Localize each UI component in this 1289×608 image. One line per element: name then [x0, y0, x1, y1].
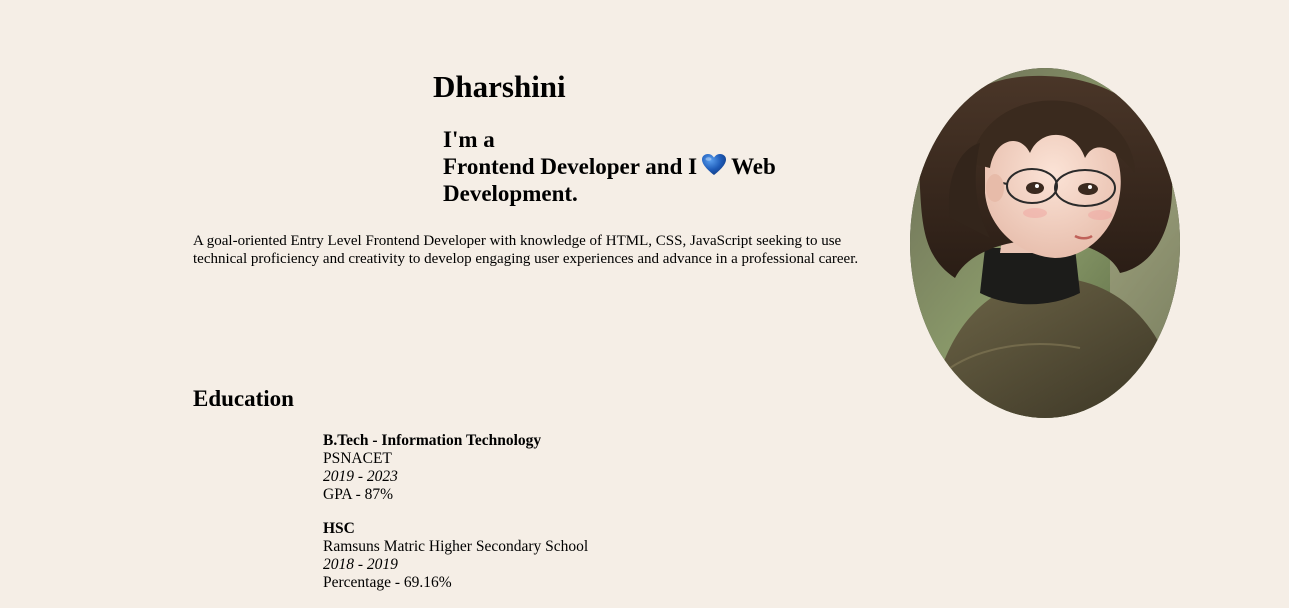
education-score: Percentage - 69.16%: [323, 574, 452, 591]
education-degree: B.Tech - Information Technology: [323, 432, 542, 449]
education-score: GPA - 87%: [323, 486, 394, 503]
profile-name: Dharshini: [433, 69, 566, 104]
profile-summary: A goal-oriented Entry Level Frontend Dev…: [193, 233, 859, 267]
education-title: Education: [193, 386, 294, 411]
profile-photo: [910, 68, 1180, 418]
education-school: PSNACET: [323, 450, 392, 467]
education-item: B.Tech - Information Technology PSNACET …: [323, 432, 588, 504]
intro-heading: I'm a Frontend Developer and I Web Devel…: [443, 126, 823, 207]
education-school: Ramsuns Matric Higher Secondary School: [323, 538, 589, 555]
education-years: 2018 - 2019: [323, 556, 398, 573]
blue-heart-icon: [702, 154, 727, 175]
profile-photo-illustration: [910, 68, 1180, 418]
education-degree: HSC: [323, 520, 355, 537]
intro-role: Frontend Developer and I: [443, 154, 698, 179]
intro-line-1: I'm a: [443, 127, 495, 152]
education-list: B.Tech - Information Technology PSNACET …: [323, 432, 588, 608]
education-years: 2019 - 2023: [323, 468, 398, 485]
education-item: HSC Ramsuns Matric Higher Secondary Scho…: [323, 520, 588, 592]
